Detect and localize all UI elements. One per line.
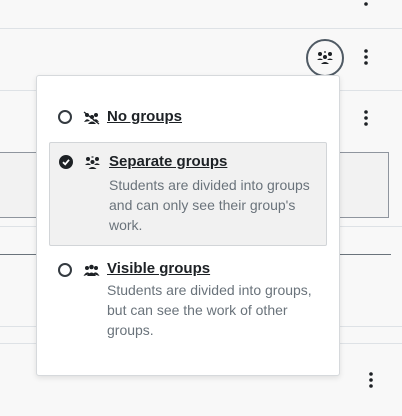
option-label: Separate groups [109,153,228,170]
option-description: Students are divided into groups, but ca… [107,282,312,338]
more-actions-icon[interactable] [356,0,376,8]
option-label: No groups [107,108,182,125]
group-mode-menu: No groups Separate groups Students are d… [36,75,340,376]
option-no-groups[interactable]: No groups [49,104,327,130]
option-description: Students are divided into groups and can… [109,177,310,233]
more-actions-icon[interactable] [356,47,376,67]
radio-button[interactable] [58,110,72,124]
separate-groups-icon [85,156,100,169]
row-divider [0,28,402,29]
separate-groups-icon [317,50,333,64]
no-groups-icon [83,111,100,125]
visible-groups-icon [83,264,100,276]
option-label: Visible groups [107,260,211,277]
option-separate-groups[interactable]: Separate groups Students are divided int… [49,142,327,246]
more-actions-icon[interactable] [361,370,381,390]
more-actions-icon[interactable] [356,108,376,128]
radio-button[interactable] [58,263,72,277]
option-visible-groups[interactable]: Visible groups Students are divided into… [49,258,327,348]
checked-icon[interactable] [59,155,73,169]
group-mode-button[interactable] [306,39,344,77]
